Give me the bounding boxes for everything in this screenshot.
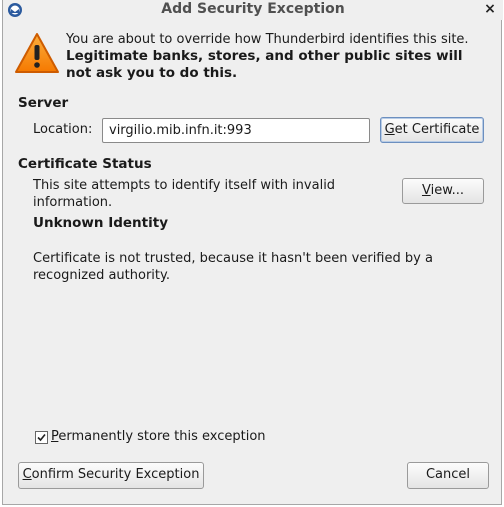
certificate-status-heading: Certificate Status	[18, 156, 152, 172]
checkmark-icon	[37, 433, 46, 442]
permanent-store-checkbox[interactable]	[35, 431, 48, 444]
dialog-window: Add Security Exception × You are about t…	[2, 0, 503, 505]
view-button[interactable]: View...	[402, 178, 484, 204]
close-icon[interactable]: ×	[483, 0, 497, 18]
get-certificate-button[interactable]: Get Certificate	[380, 117, 484, 143]
location-label: Location:	[33, 122, 93, 137]
server-heading: Server	[18, 95, 69, 111]
intro-warning: Legitimate banks, stores, and other publ…	[66, 48, 463, 81]
intro-message: You are about to override how Thunderbir…	[66, 31, 486, 82]
invalid-info-text: This site attempts to identify itself wi…	[33, 178, 336, 210]
cancel-button[interactable]: Cancel	[407, 462, 489, 489]
unknown-identity-text: Certificate is not trusted, because it h…	[33, 251, 433, 283]
warning-triangle-icon	[15, 33, 59, 73]
permanent-store-label[interactable]: Permanently store this exception	[51, 429, 266, 444]
title-bar[interactable]: Add Security Exception ×	[3, 0, 503, 20]
unknown-identity-heading: Unknown Identity	[33, 215, 169, 231]
intro-line: You are about to override how Thunderbir…	[66, 32, 469, 47]
window-title: Add Security Exception	[161, 1, 345, 17]
confirm-security-exception-button[interactable]: Confirm Security Exception	[18, 462, 204, 489]
location-input[interactable]: virgilio.mib.infn.it:993	[102, 118, 370, 143]
